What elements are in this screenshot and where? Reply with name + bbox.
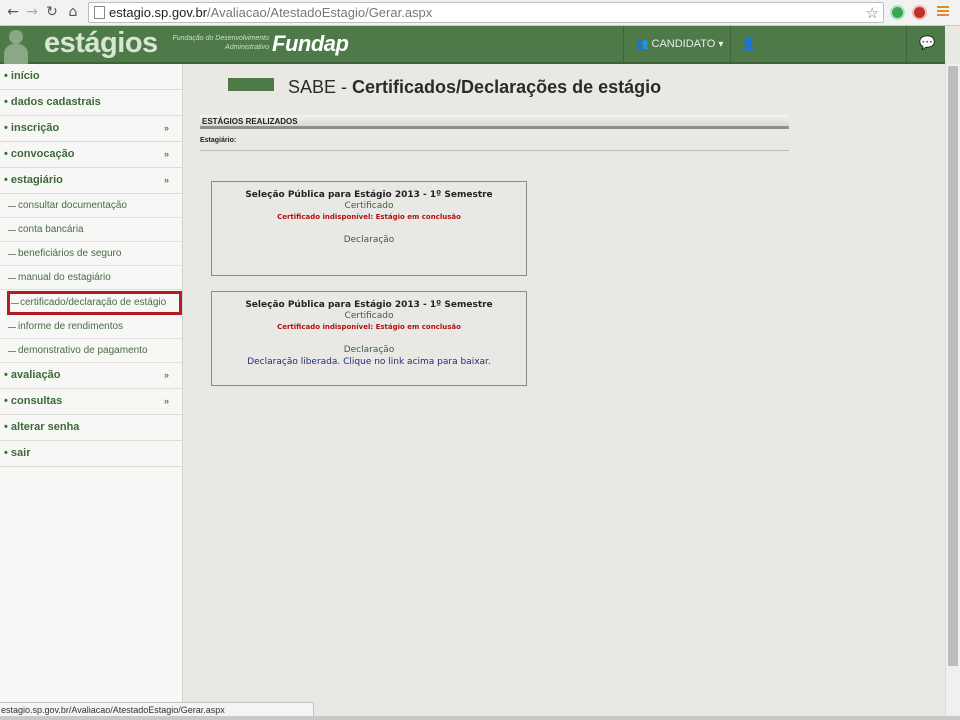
certificado-link[interactable]: Certificado <box>212 311 526 321</box>
declaracao-link[interactable]: Declaração <box>212 345 526 355</box>
sidebar-item-sair[interactable]: • sair <box>0 441 182 467</box>
certificado-link[interactable]: Certificado <box>212 201 526 211</box>
declaracao-note: Declaração liberada. Clique no link acim… <box>247 357 491 367</box>
reload-icon[interactable]: ↻ <box>43 3 61 21</box>
page-scrollbar[interactable] <box>945 64 960 720</box>
site-header: estágios Fundação do Desenvolvimento Adm… <box>0 26 945 64</box>
chevron-down-icon: » <box>164 396 170 406</box>
home-icon[interactable]: ⌂ <box>64 3 82 21</box>
site-logo[interactable]: estágios <box>44 27 158 60</box>
declaracao-link[interactable]: Declaração <box>212 235 526 245</box>
sidebar-item-consultas[interactable]: • consultas» <box>0 389 182 415</box>
users-icon: 👥 <box>636 39 649 50</box>
certificate-warning: Certificado indisponível: Estágio em con… <box>277 213 461 221</box>
caret-down-icon: ▾ <box>718 39 724 50</box>
extension-red-icon[interactable] <box>912 5 927 20</box>
browser-toolbar: ← → ↻ ⌂ estagio.sp.gov.br/Avaliacao/Ates… <box>0 0 960 26</box>
internship-card: Seleção Pública para Estágio 2013 - 1º S… <box>211 181 527 276</box>
header-divider <box>623 26 624 64</box>
sidebar-item-estagiario[interactable]: • estagiário» <box>0 168 182 194</box>
main-content: SABE - Certificados/Declarações de estág… <box>184 64 945 720</box>
fundap-subtitle: Fundação do Desenvolvimento Administrati… <box>172 35 269 51</box>
sidebar: • início • dados cadastrais • inscrição»… <box>0 64 183 720</box>
user-icon[interactable]: 👤 <box>741 37 756 51</box>
page-icon <box>94 6 105 19</box>
sidebar-subitem-beneficiarios-seguro[interactable]: beneficiários de seguro <box>0 242 182 266</box>
divider <box>200 150 789 151</box>
sidebar-subitem-demonstrativo-pagamento[interactable]: demonstrativo de pagamento <box>0 339 182 363</box>
sidebar-subitem-informe-rendimentos[interactable]: informe de rendimentos <box>0 315 182 339</box>
candidate-menu-button[interactable]: 👥 CANDIDATO ▾ <box>636 38 723 50</box>
chevron-down-icon: » <box>164 175 170 185</box>
browser-menu-icon[interactable] <box>937 6 949 18</box>
sidebar-subitem-conta-bancaria[interactable]: conta bancária <box>0 218 182 242</box>
back-icon[interactable]: ← <box>4 3 22 21</box>
header-divider <box>906 26 907 64</box>
person-logo-icon <box>2 30 30 64</box>
sidebar-subitem-certificado-declaracao[interactable]: certificado/declaração de estágio <box>7 291 182 315</box>
forward-icon[interactable]: → <box>23 3 41 21</box>
sidebar-subitem-manual-estagiario[interactable]: manual do estagiário <box>0 266 182 290</box>
chevron-down-icon: » <box>164 123 170 133</box>
estagiario-label: Estagiário: <box>200 137 237 144</box>
card-title: Seleção Pública para Estágio 2013 - 1º S… <box>245 190 493 200</box>
bookmark-star-icon[interactable]: ☆ <box>866 4 879 22</box>
scrollbar-thumb[interactable] <box>948 66 958 666</box>
page-title: SABE - Certificados/Declarações de estág… <box>288 77 662 97</box>
chevron-down-icon: » <box>164 149 170 159</box>
internship-card: Seleção Pública para Estágio 2013 - 1º S… <box>211 291 527 386</box>
certificate-warning: Certificado indisponível: Estágio em con… <box>277 323 461 331</box>
chevron-down-icon: » <box>164 370 170 380</box>
sidebar-item-alterar-senha[interactable]: • alterar senha <box>0 415 182 441</box>
url-text: estagio.sp.gov.br/Avaliacao/AtestadoEsta… <box>109 5 433 20</box>
fundap-logo: Fundap <box>272 31 349 56</box>
sidebar-item-dados-cadastrais[interactable]: • dados cadastrais <box>0 90 182 116</box>
title-accent-bar <box>228 78 274 91</box>
taskbar-strip <box>0 716 960 720</box>
section-header: ESTÁGIOS REALIZADOS <box>200 115 789 129</box>
address-bar[interactable]: estagio.sp.gov.br/Avaliacao/AtestadoEsta… <box>88 2 884 23</box>
chat-icon[interactable]: 💬 <box>919 36 935 51</box>
sidebar-item-inicio[interactable]: • início <box>0 64 182 90</box>
extension-green-icon[interactable] <box>890 5 905 20</box>
card-title: Seleção Pública para Estágio 2013 - 1º S… <box>245 300 493 310</box>
sidebar-subitem-consultar-documentacao[interactable]: consultar documentação <box>0 194 182 218</box>
sidebar-item-inscricao[interactable]: • inscrição» <box>0 116 182 142</box>
sidebar-item-avaliacao[interactable]: • avaliação» <box>0 363 182 389</box>
sidebar-item-convocacao[interactable]: • convocação» <box>0 142 182 168</box>
header-divider <box>730 26 731 64</box>
